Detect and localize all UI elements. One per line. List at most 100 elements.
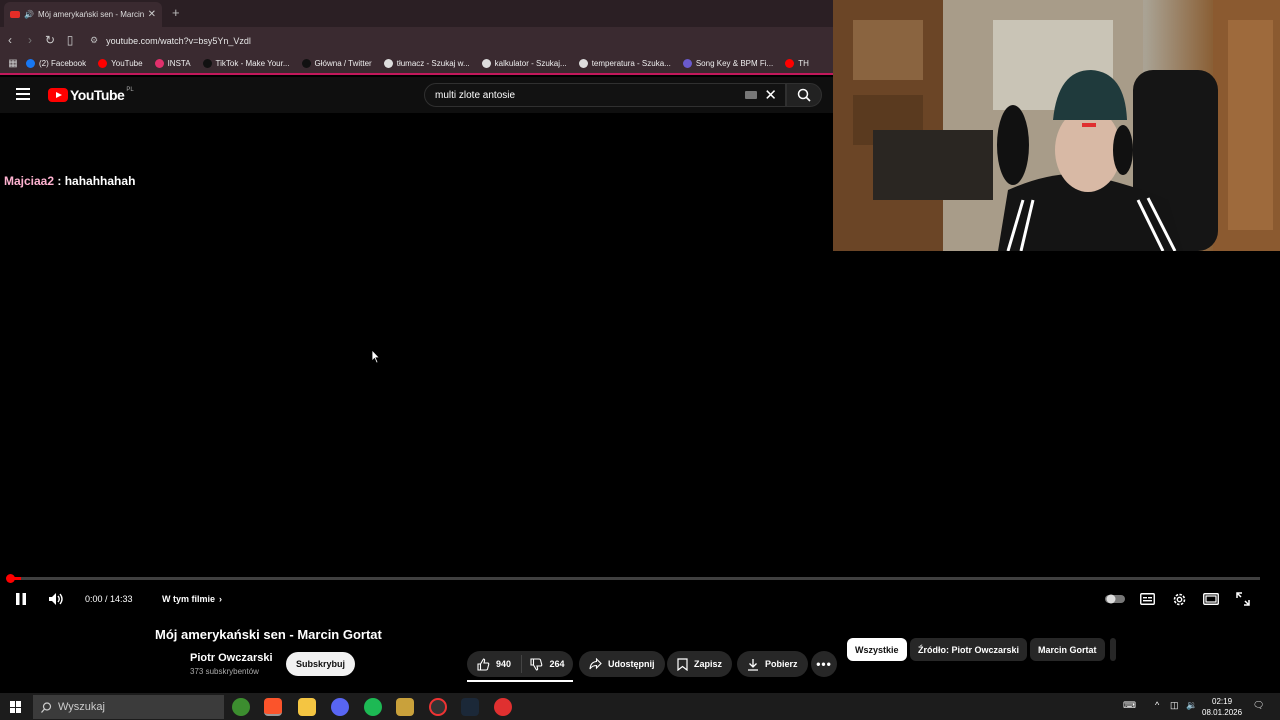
app-obs-icon[interactable] bbox=[429, 698, 447, 716]
windows-start-icon[interactable] bbox=[10, 701, 22, 713]
gear-icon bbox=[1173, 593, 1186, 605]
save-button[interactable]: Zapisz bbox=[667, 651, 733, 677]
forward-icon[interactable]: › bbox=[20, 33, 40, 47]
like-button[interactable]: 940 bbox=[467, 655, 522, 673]
address-bar-row: ‹ › ↻ ▯ ⚙ youtube.com/watch?v=bsy5Yn_Vzd… bbox=[0, 27, 833, 53]
bookmark-favicon-icon bbox=[26, 58, 35, 68]
taskbar-clock[interactable]: 02:19 08.01.2026 bbox=[1202, 696, 1242, 718]
speaker-icon[interactable]: 🔉 bbox=[1186, 700, 1197, 711]
bookmark-item[interactable]: temperatura - Szuka... bbox=[578, 58, 671, 68]
search-button[interactable] bbox=[786, 83, 822, 107]
url-text: youtube.com/watch?v=bsy5Yn_Vzdl bbox=[106, 35, 251, 46]
url-field[interactable]: ⚙ youtube.com/watch?v=bsy5Yn_Vzdl bbox=[90, 32, 251, 49]
bookmark-label: Song Key & BPM Fi... bbox=[695, 58, 774, 68]
back-icon[interactable]: ‹ bbox=[0, 33, 20, 47]
chip-marcin-gortat[interactable]: Marcin Gortat bbox=[1030, 638, 1105, 661]
bookmark-favicon-icon bbox=[301, 58, 311, 68]
close-tab-icon[interactable]: ✕ bbox=[148, 9, 156, 20]
subscriber-count: 373 subskrybentów bbox=[190, 667, 259, 676]
pause-button[interactable] bbox=[14, 590, 28, 608]
site-info-icon[interactable]: ⚙ bbox=[90, 35, 98, 46]
youtube-logo[interactable]: YouTube PL bbox=[48, 87, 134, 103]
keyboard-layout-icon[interactable]: ⌨ bbox=[1123, 700, 1136, 711]
dislike-button[interactable]: 264 bbox=[522, 657, 573, 671]
bookmark-item[interactable]: tłumacz - Szukaj w... bbox=[383, 58, 470, 68]
progress-bar[interactable] bbox=[6, 574, 1260, 583]
app-steam-icon[interactable] bbox=[461, 698, 479, 716]
bookmark-label: INSTA bbox=[167, 58, 191, 68]
bookmark-item[interactable]: Song Key & BPM Fi... bbox=[682, 58, 774, 68]
menu-icon[interactable] bbox=[16, 88, 30, 100]
more-actions-button[interactable]: ••• bbox=[811, 651, 837, 677]
bookmark-list: (2) Facebook YouTube INSTA TikTok - Make Yo… bbox=[26, 58, 821, 68]
bookmark-icon[interactable]: ▯ bbox=[60, 33, 80, 47]
settings-button[interactable] bbox=[1172, 590, 1187, 608]
bookmark-label: tłumacz - Szukaj w... bbox=[396, 58, 470, 68]
chip-partial[interactable] bbox=[1110, 638, 1116, 661]
bookmark-item[interactable]: TikTok - Make Your... bbox=[202, 58, 290, 68]
channel-name[interactable]: Piotr Owczarski bbox=[190, 652, 273, 664]
taskbar-search[interactable]: Wyszukaj bbox=[33, 695, 224, 719]
clear-search-icon[interactable]: ✕ bbox=[764, 86, 777, 104]
app-discord-icon[interactable] bbox=[331, 698, 349, 716]
audio-playing-icon[interactable]: 🔊 bbox=[24, 10, 34, 19]
clock-time: 02:19 bbox=[1212, 697, 1233, 706]
subscribe-button[interactable]: Subskrybuj bbox=[286, 652, 355, 676]
bookmark-item[interactable]: Główna / Twitter bbox=[301, 58, 372, 68]
reload-icon[interactable]: ↻ bbox=[40, 33, 60, 47]
app-media-icon[interactable] bbox=[396, 698, 414, 716]
search-value: multi zlote antosie bbox=[435, 89, 516, 101]
download-icon bbox=[748, 658, 758, 671]
chip-source[interactable]: Źródło: Piotr Owczarski bbox=[910, 638, 1028, 661]
browser-tab[interactable]: 🔊 Mój amerykański sen - Marcin ✕ bbox=[4, 2, 162, 27]
share-label: Udostępnij bbox=[608, 659, 655, 669]
network-icon[interactable]: ◫ bbox=[1170, 700, 1179, 711]
thumbs-down-icon bbox=[530, 657, 543, 671]
fullscreen-button[interactable] bbox=[1236, 590, 1250, 608]
apps-grid-icon[interactable]: ▦ bbox=[0, 58, 26, 69]
dislike-count: 264 bbox=[549, 659, 565, 669]
screen: 🔊 Mój amerykański sen - Marcin ✕ + ‹ › ↻… bbox=[0, 0, 1280, 720]
bookmark-favicon-icon bbox=[578, 58, 588, 68]
more-horizontal-icon: ••• bbox=[816, 657, 832, 671]
bookmark-item[interactable]: YouTube bbox=[98, 58, 143, 68]
save-label: Zapisz bbox=[694, 659, 723, 669]
chapters-button[interactable]: W tym filmie › bbox=[162, 590, 222, 608]
tab-title: Mój amerykański sen - Marcin bbox=[37, 10, 144, 19]
autoplay-toggle[interactable] bbox=[1105, 590, 1125, 608]
download-button[interactable]: Pobierz bbox=[737, 651, 808, 677]
like-count: 940 bbox=[495, 659, 512, 669]
bookmark-item[interactable]: kalkulator - Szukaj... bbox=[481, 58, 567, 68]
volume-button[interactable] bbox=[48, 590, 64, 608]
app-brave-browser-icon[interactable] bbox=[264, 698, 282, 716]
bookmark-favicon-icon bbox=[682, 58, 692, 68]
bookmark-item[interactable]: (2) Facebook bbox=[26, 58, 86, 68]
search-input[interactable]: multi zlote antosie ✕ bbox=[424, 83, 786, 107]
subtitles-button[interactable] bbox=[1140, 590, 1155, 608]
keyboard-icon[interactable] bbox=[745, 91, 757, 99]
country-code: PL bbox=[126, 87, 134, 93]
app-fruity-icon[interactable] bbox=[232, 698, 250, 716]
app-spotify-icon[interactable] bbox=[364, 698, 382, 716]
app-file-explorer-icon[interactable] bbox=[298, 698, 316, 716]
chevron-up-icon[interactable]: ^ bbox=[1155, 700, 1159, 710]
webcam-person-image bbox=[833, 0, 1280, 251]
theater-mode-button[interactable] bbox=[1203, 590, 1219, 608]
notifications-icon[interactable]: 🗨 bbox=[1253, 700, 1264, 711]
taskbar-search-placeholder: Wyszukaj bbox=[58, 701, 105, 713]
browser-tab-strip: 🔊 Mój amerykański sen - Marcin ✕ + bbox=[0, 0, 833, 27]
theater-mode-icon bbox=[1203, 593, 1219, 605]
new-tab-icon[interactable]: + bbox=[172, 5, 180, 20]
app-youtube-icon[interactable] bbox=[494, 698, 512, 716]
bookmark-label: TikTok - Make Your... bbox=[215, 58, 290, 68]
bookmark-item[interactable]: INSTA bbox=[154, 58, 191, 68]
autoplay-toggle-icon bbox=[1105, 594, 1125, 604]
share-button[interactable]: Udostępnij bbox=[579, 651, 665, 677]
bookmark-label: TH bbox=[798, 58, 809, 68]
chip-all[interactable]: Wszystkie bbox=[847, 638, 907, 661]
bookmark-item[interactable]: TH bbox=[785, 58, 809, 68]
search-icon bbox=[41, 701, 52, 713]
thumbs-up-icon bbox=[477, 657, 490, 671]
scrubber-handle[interactable] bbox=[6, 574, 15, 583]
subtitles-icon bbox=[1140, 593, 1155, 605]
